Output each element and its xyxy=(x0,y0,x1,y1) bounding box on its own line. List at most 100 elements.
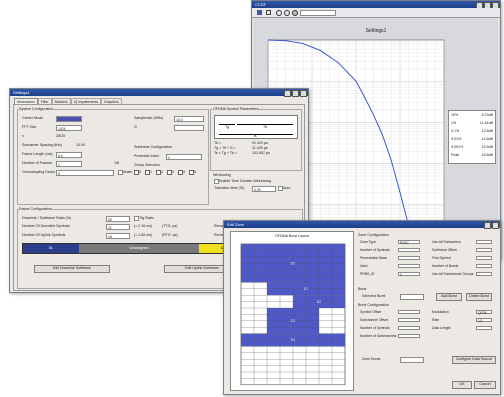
stats-row: 0.1% 13.8dB xyxy=(449,127,495,135)
stats-label: 1% xyxy=(451,121,457,125)
close-icon[interactable] xyxy=(300,90,307,97)
minimize-icon[interactable] xyxy=(284,90,291,97)
form-label: Use All Subcarriers xyxy=(432,240,461,244)
stats-value: 11.61dB xyxy=(479,121,493,125)
reduced-checkbox-label: ldrate xyxy=(123,170,132,174)
stats-row: 10% 5.23dB xyxy=(449,111,495,119)
ul-symbols-label: Number Of Uplink Symbols xyxy=(22,233,66,237)
ok-button[interactable]: OK xyxy=(452,381,472,389)
zoom-select[interactable] xyxy=(300,10,336,16)
ccdf-window-title: CCDF xyxy=(255,2,267,7)
form-input[interactable] xyxy=(398,326,420,330)
burst-layout-title: OFDMA Burst Layout xyxy=(275,234,309,238)
edit-downlink-button[interactable]: Edit Downlink Subframe xyxy=(34,265,110,273)
zoom-in-icon[interactable] xyxy=(276,10,282,16)
burst-grid[interactable]: B0B1B2B3B4 xyxy=(231,240,353,390)
auto-label: Auto xyxy=(283,186,291,190)
configure-data-source-button[interactable]: Configure Data Source xyxy=(452,356,496,364)
add-burst-button[interactable]: Add Burst xyxy=(436,293,462,301)
dl-symbols-input[interactable]: 21 xyxy=(106,224,130,230)
selected-burst-select[interactable] xyxy=(400,294,424,300)
form-input[interactable] xyxy=(398,256,420,260)
form-input[interactable] xyxy=(476,240,492,244)
frame-bar-unassigned[interactable]: Unassigned xyxy=(79,244,199,253)
windowing-heading: Windowing xyxy=(213,173,231,177)
tg-label: Tg xyxy=(225,125,230,129)
form-input[interactable] xyxy=(476,264,492,268)
zone-boost-input[interactable] xyxy=(400,357,424,363)
transition-label: Transition time (Ts) xyxy=(214,186,245,190)
preamble-input[interactable]: 0 xyxy=(166,154,202,160)
dl-ratio-input[interactable]: 50 xyxy=(106,216,130,222)
stats-row: 0.001% 15.9dB xyxy=(449,143,495,151)
dl-symbols-label: Number Of Downlink Symbols xyxy=(22,224,70,228)
edit-zone-window: Edit Zone OFDMA Burst Layout B0 B1 B2 B3 B4 … xyxy=(223,220,501,395)
group-checkbox-label: 1 xyxy=(150,169,152,174)
form-input[interactable] xyxy=(398,248,420,252)
form-input[interactable] xyxy=(476,326,492,330)
form-label: Number of Subchannels xyxy=(360,334,397,338)
group-selection-items: 0 1 2 3 4 5 xyxy=(134,170,204,176)
subcarrier-spacing-label: Subcarrier Spacing (kHz) xyxy=(22,143,63,147)
form-label: Use All Subchannel Groups xyxy=(432,272,474,276)
stats-label: 10% xyxy=(451,113,459,117)
carrier-mode-label: Carrier Mode xyxy=(22,116,43,120)
save-icon[interactable] xyxy=(257,10,262,15)
carrier-mode-select[interactable] xyxy=(56,116,82,122)
form-label: Modulation xyxy=(432,310,449,314)
fft-size-select[interactable]: 1024 xyxy=(56,125,82,131)
form-input[interactable] xyxy=(398,310,420,314)
form-input[interactable] xyxy=(476,256,492,260)
print-icon[interactable] xyxy=(266,10,271,15)
form-input[interactable] xyxy=(476,272,492,276)
zone-boost-label: Zone Boost xyxy=(362,357,381,361)
form-input[interactable] xyxy=(398,318,420,322)
stats-panel: 10% 5.23dB 1% 11.61dB 0.1% 13.8dB 0.01% 14.8dB 0… xyxy=(448,110,496,164)
frame-length-select[interactable]: 5.0 xyxy=(56,152,82,158)
settings-window-title: Settings1 xyxy=(13,90,30,95)
num-frames-input[interactable]: 1 xyxy=(56,161,82,167)
g-select[interactable] xyxy=(174,125,204,131)
group-checkbox-label: 4 xyxy=(183,169,185,174)
form-input[interactable] xyxy=(476,248,492,252)
zone-config-heading: Zone Configuration xyxy=(358,233,389,237)
ul-symbols-input[interactable]: 18 xyxy=(106,233,130,239)
form-input[interactable]: 0 xyxy=(398,272,420,277)
form-input[interactable]: PUSC xyxy=(398,240,420,245)
burst-heading: Burst xyxy=(358,287,367,291)
samplerate-label: Samplerate (MHz) xyxy=(134,116,164,120)
maximize-icon[interactable] xyxy=(292,90,299,97)
frame-bar-dl[interactable]: DL xyxy=(23,244,79,253)
delete-burst-button[interactable]: Delete Burst xyxy=(466,293,492,301)
form-input[interactable]: 1/2 xyxy=(476,318,492,323)
tb-val: 91.429 µs xyxy=(252,141,268,145)
preamble-label: Preamble Index xyxy=(134,154,160,158)
tb-label: Tb xyxy=(263,125,268,129)
ttg-ratio-label: Ttg Ratio xyxy=(139,216,154,220)
minimize-icon[interactable] xyxy=(484,222,491,229)
burst-config-heading: Burst Configuration xyxy=(358,303,389,307)
subcarrier-spacing-value: 10.94 xyxy=(76,143,85,147)
edit-zone-titlebar: Edit Zone xyxy=(224,221,500,229)
form-label: Number of Bursts xyxy=(432,264,459,268)
close-icon[interactable] xyxy=(492,222,499,229)
form-input[interactable]: QPSK xyxy=(476,310,492,315)
samplerate-input[interactable]: 10.0 xyxy=(174,116,204,122)
ul-symbols-calc: (= 1.85 ms) xyxy=(134,233,153,237)
plot-toolbar xyxy=(252,8,500,18)
stats-value: 13.8dB xyxy=(481,129,493,133)
group-checkbox-label: 5 xyxy=(194,169,196,174)
oversampling-input[interactable]: 8 xyxy=(56,170,114,176)
form-input[interactable] xyxy=(398,264,420,268)
cancel-button[interactable]: Cancel xyxy=(474,381,496,389)
pan-icon[interactable] xyxy=(292,10,298,16)
form-label: Data Length xyxy=(432,326,451,330)
ts-val: 102.857 µs xyxy=(252,151,270,155)
n-value: 28/25 xyxy=(56,134,65,138)
form-label: Subchannel Offset xyxy=(360,318,388,322)
zoom-out-icon[interactable] xyxy=(284,10,290,16)
form-label: Zone Type xyxy=(360,240,376,244)
selected-burst-label: Selected Burst xyxy=(362,294,386,298)
form-input[interactable] xyxy=(398,334,420,338)
transition-input[interactable]: 0.00 xyxy=(252,186,276,192)
